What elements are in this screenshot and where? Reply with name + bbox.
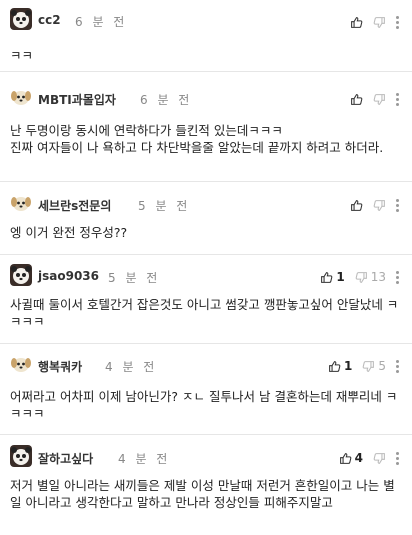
comment-header: 잘하고싶다 4 분 전 4 [0, 435, 412, 468]
more-options-icon[interactable] [396, 359, 400, 373]
dislike-button[interactable]: 5 [362, 359, 386, 373]
panda-avatar-icon[interactable] [10, 445, 32, 467]
comment-item: 잘하고싶다 4 분 전 4 저거 별일 아니라는 새끼들은 제발 이성 만날때 … [0, 435, 412, 535]
thumbs-up-icon [351, 93, 363, 105]
comment-body: 어쩌라고 어차피 이제 남아닌가? ㅈㄴ 질투나서 남 결혼하는데 재뿌리네 ㅋ… [10, 389, 398, 421]
puppy-avatar-icon[interactable] [10, 86, 32, 108]
panda-avatar-icon[interactable] [10, 264, 32, 286]
comment-actions [340, 12, 400, 32]
thumbs-up-icon [329, 360, 341, 372]
dislike-button[interactable] [373, 452, 386, 465]
comment-header: jsao9036 5 분 전 1 13 [0, 255, 412, 287]
comment-actions: 1 5 [318, 356, 400, 376]
comment-actions [340, 195, 400, 215]
comment-item: jsao9036 5 분 전 1 13 사귈때 둘이서 호텔간거 잡은것도 아니… [0, 255, 412, 344]
dislike-button[interactable] [373, 16, 386, 29]
thumbs-up-icon [351, 199, 363, 211]
more-options-icon[interactable] [396, 270, 400, 284]
more-options-icon[interactable] [396, 198, 400, 212]
thumbs-down-icon [373, 452, 385, 464]
like-count: 1 [344, 359, 353, 373]
thumbs-up-icon [339, 452, 351, 464]
dislike-button[interactable] [373, 93, 386, 106]
comment-actions [340, 89, 400, 109]
comment-time: 6 분 전 [75, 15, 128, 29]
comment-header: MBTI과몰입자 6 분 전 [0, 72, 412, 108]
comment-time: 6 분 전 [140, 93, 193, 107]
comment-actions: 1 13 [310, 267, 400, 287]
like-count: 4 [354, 451, 363, 465]
comment-header: 행복쿼카 4 분 전 1 5 [0, 344, 412, 376]
more-options-icon[interactable] [396, 15, 400, 29]
like-button[interactable]: 1 [320, 270, 345, 284]
comment-time: 5 분 전 [108, 271, 161, 285]
dislike-count: 5 [378, 359, 386, 373]
comment-item: MBTI과몰입자 6 분 전 난 두명이랑 동시에 연락하다가 들킨적 있는데ㅋ… [0, 72, 412, 182]
thumbs-down-icon [363, 360, 375, 372]
like-button[interactable] [350, 93, 363, 106]
comment-item: 세브란s전문의 5 분 전 엥 이거 완전 정우성?? [0, 182, 412, 255]
comment-author[interactable]: jsao9036 [38, 269, 99, 283]
comment-body: 난 두명이랑 동시에 연락하다가 들킨적 있는데ㅋㅋㅋ 진짜 여자들이 나 욕하… [10, 123, 384, 155]
comment-list: cc2 6 분 전 ㅋㅋ MBTI과몰입자 6 분 전 난 두명이랑 동시에 연… [0, 0, 412, 535]
comment-item: 행복쿼카 4 분 전 1 5 어쩌라고 어차피 이제 남아닌가? ㅈㄴ 질투나서… [0, 344, 412, 435]
comment-time: 4 분 전 [105, 360, 158, 374]
like-button[interactable]: 1 [328, 359, 352, 373]
dislike-button[interactable] [373, 199, 386, 212]
comment-body: ㅋㅋ [10, 48, 34, 63]
comment-item: cc2 6 분 전 ㅋㅋ [0, 0, 412, 72]
comment-body: 엥 이거 완전 정우성?? [10, 225, 128, 240]
panda-avatar-icon[interactable] [10, 8, 32, 30]
thumbs-down-icon [373, 199, 385, 211]
dislike-count: 13 [370, 270, 386, 284]
like-button[interactable] [350, 16, 363, 29]
comment-author[interactable]: 행복쿼카 [38, 358, 82, 375]
more-options-icon[interactable] [396, 92, 400, 106]
comment-author[interactable]: 잘하고싶다 [38, 450, 93, 467]
more-options-icon[interactable] [396, 451, 400, 465]
comment-header: cc2 6 분 전 [0, 0, 412, 30]
like-button[interactable]: 4 [339, 451, 363, 465]
thumbs-up-icon [321, 271, 333, 283]
comment-time: 4 분 전 [118, 452, 171, 466]
like-count: 1 [336, 270, 345, 284]
comment-author[interactable]: 세브란s전문의 [38, 197, 111, 214]
comment-body: 저거 별일 아니라는 새끼들은 제발 이성 만날때 저런거 흔한일이고 나는 별… [10, 478, 395, 510]
comment-header: 세브란s전문의 5 분 전 [0, 182, 412, 215]
puppy-avatar-icon[interactable] [10, 353, 32, 375]
thumbs-up-icon [351, 16, 363, 28]
comment-author[interactable]: cc2 [38, 13, 61, 27]
comment-actions: 4 [329, 448, 400, 468]
comment-author[interactable]: MBTI과몰입자 [38, 91, 116, 108]
dislike-button[interactable]: 13 [355, 270, 386, 284]
comment-body: 사귈때 둘이서 호텔간거 잡은것도 아니고 썸갖고 깽판놓고싶어 안달났네 ㅋㅋ… [10, 297, 399, 329]
comment-time: 5 분 전 [138, 199, 191, 213]
like-button[interactable] [350, 199, 363, 212]
thumbs-down-icon [373, 16, 385, 28]
puppy-avatar-icon[interactable] [10, 192, 32, 214]
thumbs-down-icon [355, 271, 367, 283]
thumbs-down-icon [373, 93, 385, 105]
